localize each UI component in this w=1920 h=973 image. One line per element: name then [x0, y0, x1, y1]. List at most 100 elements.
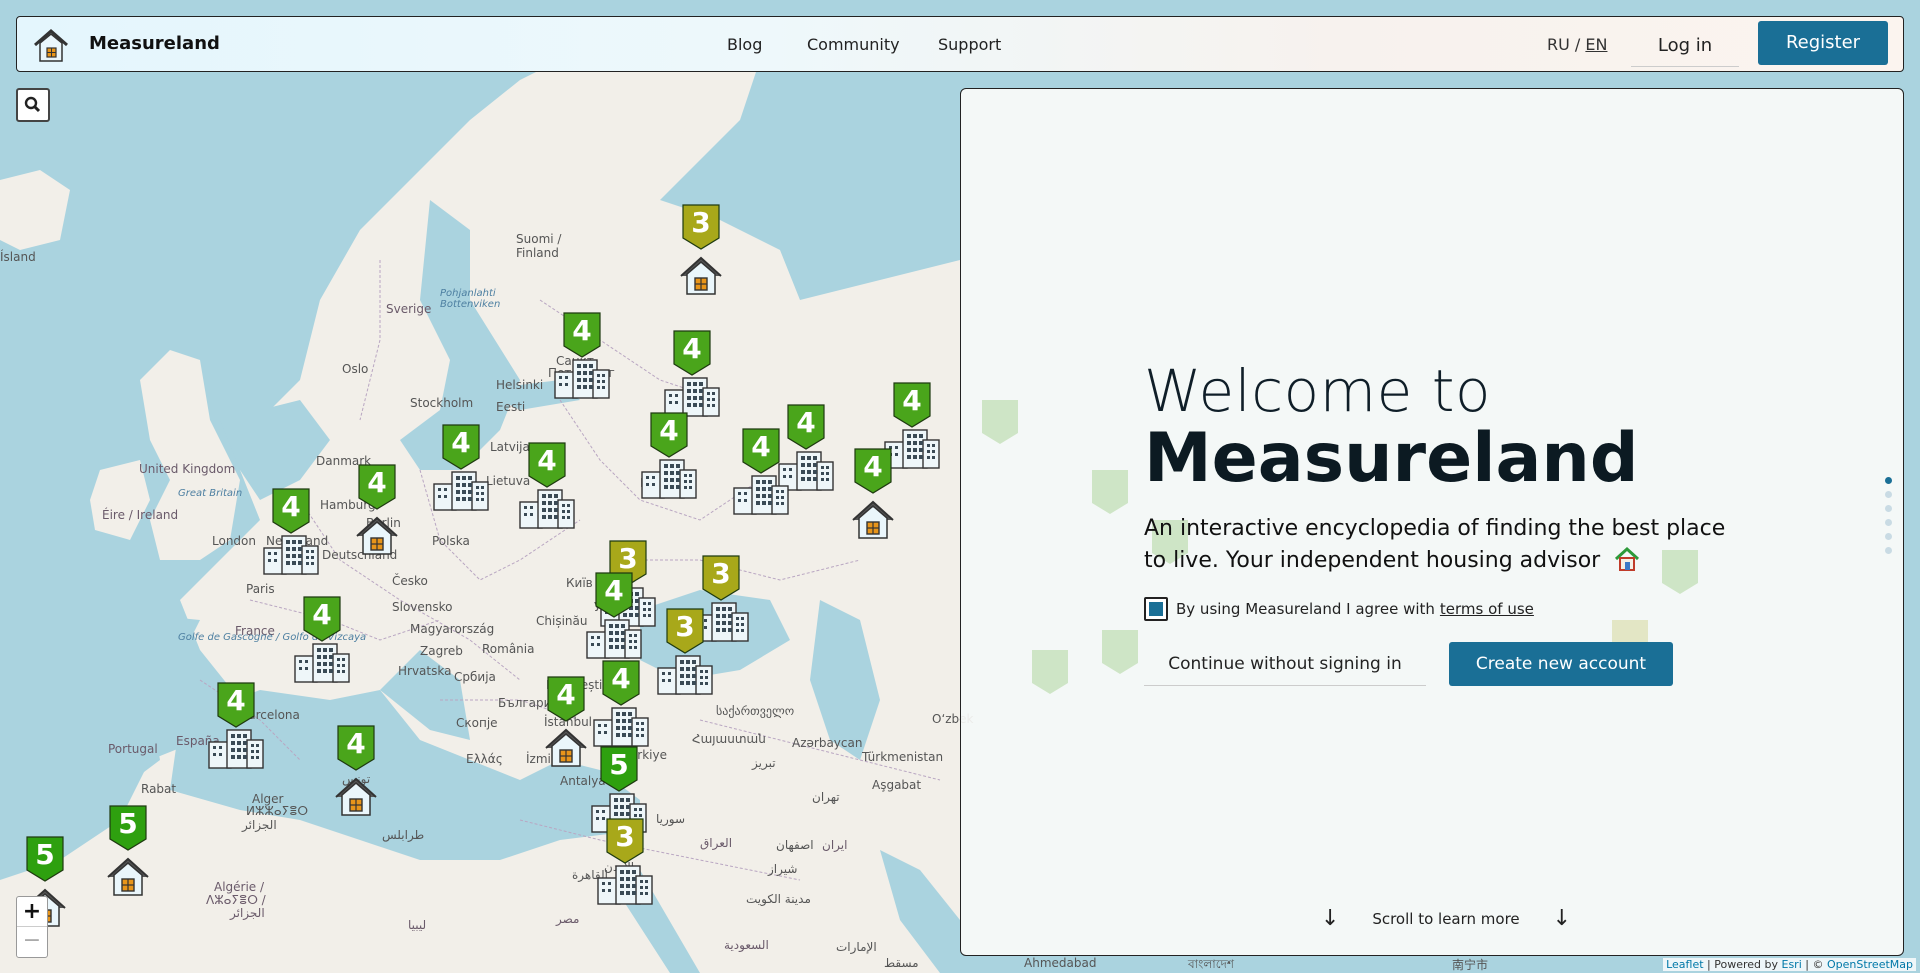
- rating-marker[interactable]: 4: [303, 596, 341, 642]
- map-place-label: Հայաստան: [692, 732, 766, 746]
- house-icon[interactable]: [677, 254, 725, 296]
- map-place-label: Ahmedabad: [1024, 956, 1097, 970]
- lang-en[interactable]: EN: [1585, 35, 1607, 54]
- create-account-button[interactable]: Create new account: [1449, 642, 1673, 686]
- rating-marker[interactable]: 4: [337, 725, 375, 771]
- house-logo-icon[interactable]: [31, 25, 71, 65]
- rating-marker[interactable]: 4: [595, 572, 633, 618]
- rating-value: 4: [556, 678, 576, 711]
- building-icon[interactable]: [516, 486, 578, 530]
- building-icon[interactable]: [260, 532, 322, 576]
- building-icon[interactable]: [594, 862, 656, 906]
- house-icon[interactable]: [542, 726, 590, 768]
- rating-marker[interactable]: 4: [854, 448, 892, 494]
- rating-marker[interactable]: 5: [26, 836, 64, 882]
- building-icon[interactable]: [654, 652, 716, 696]
- rating-marker[interactable]: 4: [563, 312, 601, 358]
- building-icon[interactable]: [291, 640, 353, 684]
- background-marker-icon: [1101, 629, 1139, 679]
- continue-without-signin-button[interactable]: Continue without signing in: [1144, 642, 1426, 686]
- zoom-out-button[interactable]: −: [17, 927, 47, 957]
- arrow-down-icon: ↓: [1321, 906, 1340, 931]
- nav-support[interactable]: Support: [938, 35, 1001, 54]
- rating-marker[interactable]: 4: [673, 330, 711, 376]
- terms-link[interactable]: terms of use: [1440, 600, 1534, 618]
- register-button[interactable]: Register: [1758, 21, 1888, 65]
- rating-marker[interactable]: 3: [702, 555, 740, 601]
- rating-marker[interactable]: 4: [787, 404, 825, 450]
- house-icon[interactable]: [332, 775, 380, 817]
- lang-ru[interactable]: RU: [1547, 35, 1570, 54]
- building-icon[interactable]: [551, 356, 613, 400]
- map-place-label: Sverige: [386, 302, 432, 316]
- map-place-label: Polska: [432, 534, 470, 548]
- house-icon[interactable]: [104, 855, 152, 897]
- nav-blog[interactable]: Blog: [727, 35, 762, 54]
- terms-checkbox[interactable]: [1144, 597, 1168, 621]
- top-navbar: Measureland Blog Community Support RU / …: [16, 16, 1904, 72]
- rating-marker[interactable]: 4: [602, 660, 640, 706]
- scroll-hint[interactable]: ↓ Scroll to learn more ↓: [1321, 906, 1571, 931]
- rating-value: 4: [682, 332, 702, 365]
- rating-marker[interactable]: 4: [442, 424, 480, 470]
- building-icon[interactable]: [730, 472, 792, 516]
- map-place-label: Ísland: [0, 250, 36, 264]
- map-place-label: مصر: [556, 912, 580, 926]
- section-dot[interactable]: [1885, 547, 1892, 554]
- rating-value: 4: [451, 426, 471, 459]
- rating-marker[interactable]: 3: [682, 204, 720, 250]
- rating-value: 4: [367, 466, 387, 499]
- rating-value: 5: [118, 807, 138, 840]
- rating-marker[interactable]: 3: [666, 608, 704, 654]
- rating-marker[interactable]: 4: [893, 382, 931, 428]
- building-icon[interactable]: [430, 468, 492, 512]
- map-search-button[interactable]: [16, 88, 50, 122]
- section-dot[interactable]: [1885, 491, 1892, 498]
- building-icon[interactable]: [583, 616, 645, 660]
- map-place-label: Київ: [566, 576, 593, 590]
- scroll-hint-text: Scroll to learn more: [1372, 910, 1520, 928]
- section-dot[interactable]: [1885, 533, 1892, 540]
- building-icon[interactable]: [638, 456, 700, 500]
- rating-marker[interactable]: 4: [528, 442, 566, 488]
- map-place-label: الإمارات: [836, 940, 877, 954]
- building-icon[interactable]: [590, 704, 652, 748]
- map-place-label: Eesti: [496, 400, 526, 414]
- rating-value: 3: [615, 820, 635, 853]
- osm-link[interactable]: OpenStreetMap: [1827, 958, 1913, 971]
- map-place-label: ⴷⵣⴰⵢⴻⵔ /: [206, 893, 266, 907]
- map-place-label: Great Britain: [178, 488, 243, 499]
- building-icon[interactable]: [205, 726, 267, 770]
- rating-marker[interactable]: 5: [109, 805, 147, 851]
- rating-marker[interactable]: 4: [547, 676, 585, 722]
- section-dot[interactable]: [1885, 505, 1892, 512]
- rating-value: 4: [751, 430, 771, 463]
- house-icon[interactable]: [353, 514, 401, 556]
- rating-marker[interactable]: 3: [606, 818, 644, 864]
- rating-marker[interactable]: 5: [600, 746, 638, 792]
- rating-marker[interactable]: 4: [742, 428, 780, 474]
- nav-community[interactable]: Community: [807, 35, 900, 54]
- rating-marker[interactable]: 4: [272, 488, 310, 534]
- rating-marker[interactable]: 4: [358, 464, 396, 510]
- map-place-label: Éire / Ireland: [102, 508, 179, 522]
- esri-link[interactable]: Esri: [1782, 958, 1802, 971]
- map-place-label: طرابلس: [382, 828, 425, 842]
- map-place-label: Rabat: [141, 782, 177, 796]
- map-place-label: سوريا: [656, 812, 686, 826]
- map-place-label: مسقط: [884, 956, 919, 970]
- rating-marker[interactable]: 4: [217, 682, 255, 728]
- leaflet-link[interactable]: Leaflet: [1666, 958, 1703, 971]
- house-icon[interactable]: [849, 498, 897, 540]
- login-button[interactable]: Log in: [1631, 25, 1739, 67]
- rating-value: 4: [312, 598, 332, 631]
- welcome-panel: Welcome to Measureland An interactive en…: [960, 88, 1904, 956]
- map-place-label: Algérie /: [214, 880, 265, 894]
- map-place-label: Bottenviken: [440, 299, 501, 310]
- rating-marker[interactable]: 4: [650, 412, 688, 458]
- section-dot[interactable]: [1885, 519, 1892, 526]
- background-marker-icon: [981, 399, 1019, 449]
- zoom-in-button[interactable]: +: [17, 897, 47, 927]
- section-dot[interactable]: [1885, 477, 1892, 484]
- brand-name[interactable]: Measureland: [89, 33, 220, 54]
